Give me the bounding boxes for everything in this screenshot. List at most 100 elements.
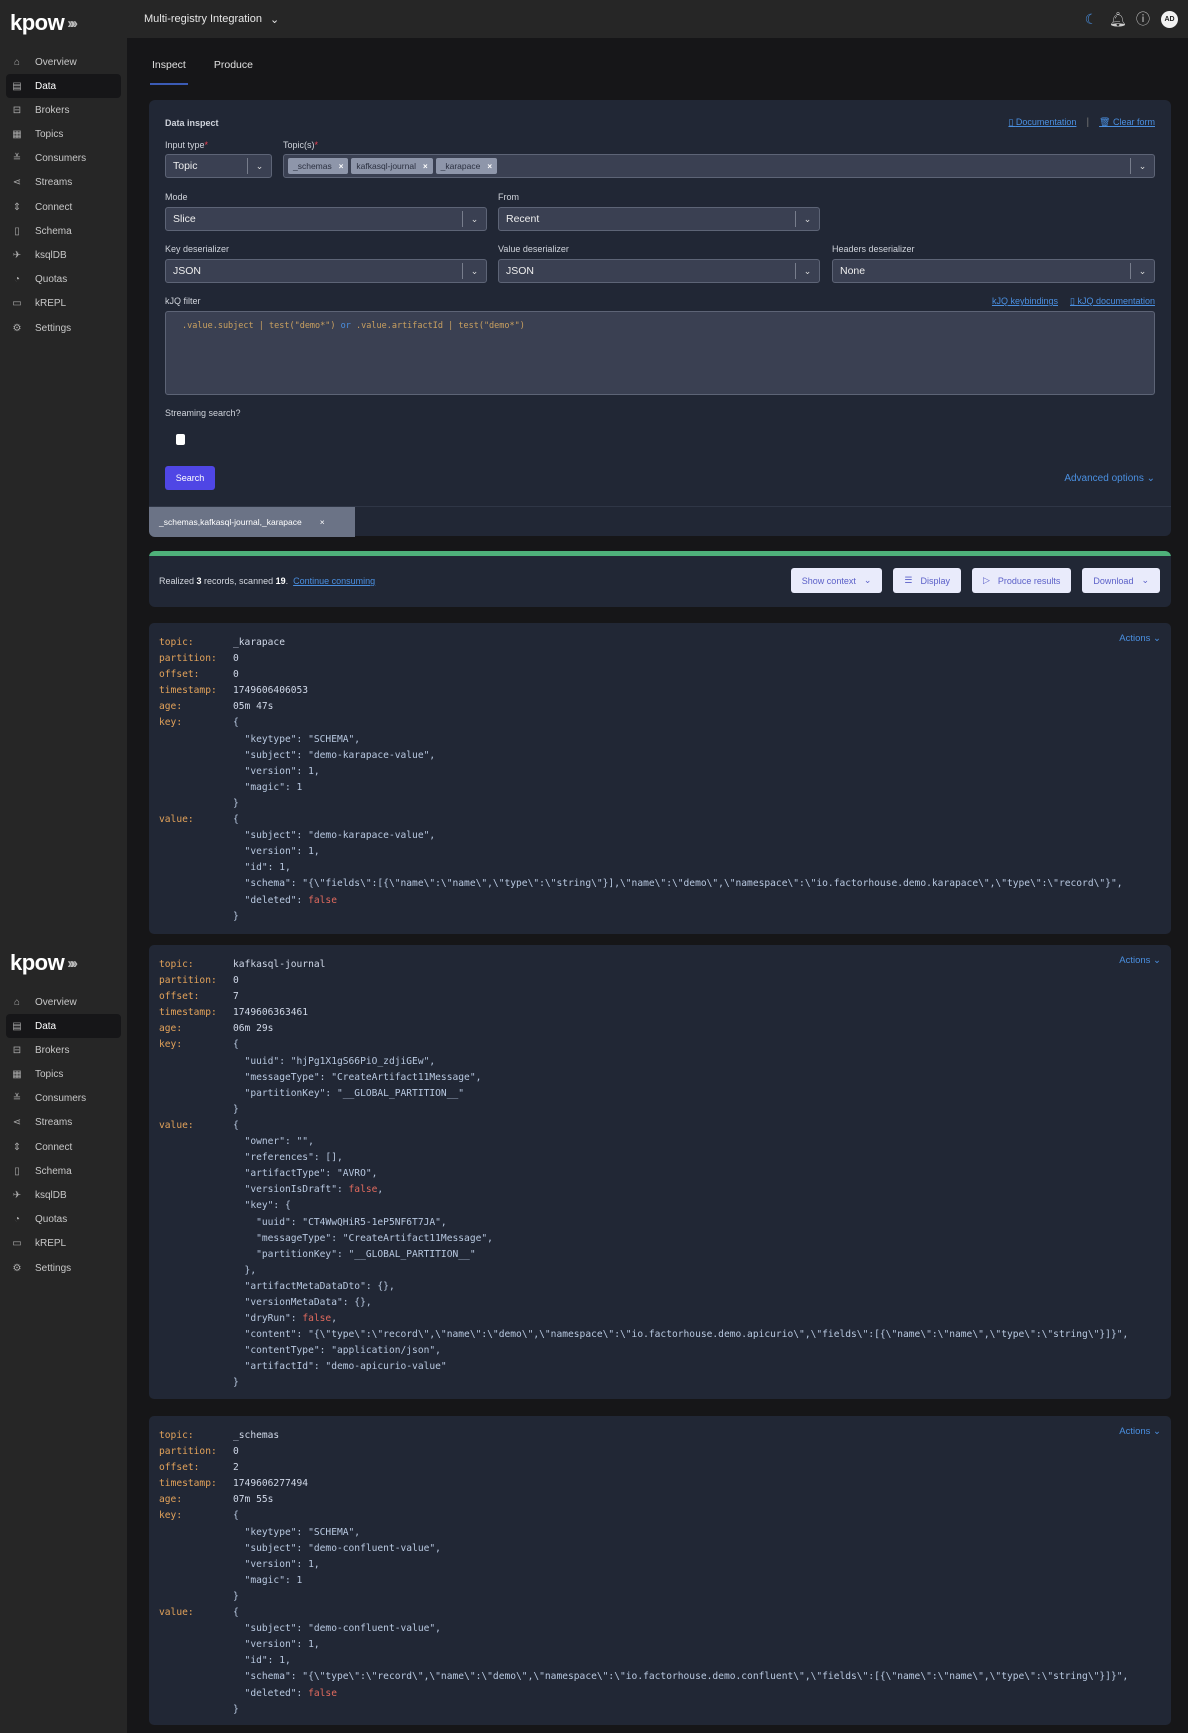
- field-label: [159, 1359, 233, 1375]
- sidebar-item-connect[interactable]: ⇕ Connect: [6, 195, 121, 219]
- sidebar-item-label: Overview: [35, 56, 77, 68]
- bell-icon[interactable]: 🔔︎: [1109, 11, 1127, 28]
- cluster-selector[interactable]: Multi-registry Integration ⌄: [144, 13, 279, 26]
- show-context-button[interactable]: Show context ⌄: [790, 568, 883, 593]
- avatar[interactable]: AD: [1161, 10, 1178, 28]
- chevron-down-icon: ⌄: [795, 263, 819, 279]
- field-label: [159, 1054, 233, 1070]
- field-label: [159, 732, 233, 748]
- clear-form-link[interactable]: 🗑︎ Clear form: [1099, 117, 1155, 128]
- actions-dropdown[interactable]: Actions ⌄: [1119, 633, 1161, 644]
- record-card: Actions ⌄ topic: _schemas partition: 0 offset…: [149, 1416, 1171, 1725]
- kjq-keybindings-link[interactable]: kJQ keybindings: [992, 296, 1058, 307]
- record-key-line: "partitionKey": "__GLOBAL_PARTITION__": [159, 1086, 1161, 1102]
- sidebar-item-ksqldb[interactable]: ✈ ksqlDB: [6, 244, 121, 268]
- record-field-partition: partition: 0: [159, 651, 1161, 667]
- json-token: {: [233, 1607, 239, 1619]
- from-select[interactable]: Recent ⌄: [498, 207, 820, 231]
- topic-chip: kafkasql-journal ×: [351, 158, 433, 174]
- display-button[interactable]: ☰ Display: [893, 568, 961, 593]
- json-line: {: [233, 715, 239, 731]
- field-label: timestamp:: [159, 1478, 217, 1490]
- remove-chip-icon[interactable]: ×: [487, 162, 492, 171]
- json-line: "uuid": "CT4WwQHiR5-1eP5NF6T7JA",: [233, 1215, 447, 1231]
- sidebar-item-overview[interactable]: ⌂ Overview: [6, 990, 121, 1014]
- actions-dropdown[interactable]: Actions ⌄: [1119, 955, 1161, 966]
- value-deserializer-select[interactable]: JSON ⌄: [498, 259, 820, 283]
- continue-consuming-link[interactable]: Continue consuming: [293, 576, 375, 586]
- json-line: "id": 1,: [233, 860, 291, 876]
- sidebar-item-streams[interactable]: ⋖ Streams: [6, 171, 121, 195]
- json-line: "magic": 1: [233, 780, 303, 796]
- record-value-line: "versionIsDraft": false,: [159, 1182, 1161, 1198]
- actions-dropdown[interactable]: Actions ⌄: [1119, 1426, 1161, 1437]
- input-type-select[interactable]: Topic ⌄: [165, 154, 272, 178]
- sidebar-item-data[interactable]: ▤ Data: [6, 74, 121, 99]
- sidebar: kpow»» ⌂ Overview ▤ Data ⊟ Brokers ▦ Topics ≚ Cons…: [0, 0, 127, 940]
- sidebar-item-connect[interactable]: ⇕ Connect: [6, 1135, 121, 1159]
- close-icon[interactable]: ×: [320, 517, 325, 527]
- download-button[interactable]: Download ⌄: [1082, 568, 1160, 593]
- json-token: }: [233, 1103, 239, 1115]
- field-label: topic:: [159, 959, 194, 970]
- mode-select[interactable]: Slice ⌄: [165, 207, 487, 231]
- sidebar-item-data[interactable]: ▤ Data: [6, 1014, 121, 1039]
- sidebar-item-brokers[interactable]: ⊟ Brokers: [6, 1038, 121, 1062]
- sidebar-item-topics[interactable]: ▦ Topics: [6, 123, 121, 147]
- sidebar-item-consumers[interactable]: ≚ Consumers: [6, 1087, 121, 1111]
- tabs: Inspect Produce: [150, 57, 255, 85]
- produce-results-button[interactable]: ▷ Produce results: [971, 568, 1072, 593]
- sidebar-item-krepl[interactable]: ▭ kREPL: [6, 1232, 121, 1256]
- share-icon: ⋖: [12, 1117, 22, 1129]
- json-token: "schema": "{\"fields\":[{\"name\":\"name…: [233, 878, 1123, 890]
- sidebar-item-label: Topics: [35, 129, 64, 141]
- json-line: "owner": "",: [233, 1134, 314, 1150]
- field-label: topic:: [159, 637, 194, 648]
- results-tab[interactable]: _schemas,kafkasql-journal,_karapace ×: [149, 507, 355, 537]
- json-token: {: [233, 717, 239, 729]
- help-icon[interactable]: ⓘ: [1135, 9, 1151, 29]
- advanced-options-toggle[interactable]: Advanced options ⌄: [1064, 473, 1155, 484]
- topics-select[interactable]: _schemas × kafkasql-journal × _karapace × ⌄: [283, 154, 1155, 178]
- sidebar-item-quotas[interactable]: ◔ Quotas: [6, 1208, 121, 1232]
- sidebar-item-schema[interactable]: ▯ Schema: [6, 1159, 121, 1183]
- sidebar-item-streams[interactable]: ⋖ Streams: [6, 1111, 121, 1135]
- sidebar-item-brokers[interactable]: ⊟ Brokers: [6, 98, 121, 122]
- search-button[interactable]: Search: [165, 466, 215, 490]
- json-line: }: [233, 1102, 239, 1118]
- record-field-offset: offset: 0: [159, 667, 1161, 683]
- sidebar-item-consumers[interactable]: ≚ Consumers: [6, 147, 121, 171]
- sidebar-item-overview[interactable]: ⌂ Overview: [6, 50, 121, 74]
- headers-deserializer-select[interactable]: None ⌄: [832, 259, 1155, 283]
- sidebar-item-topics[interactable]: ▦ Topics: [6, 1063, 121, 1087]
- field-label: [159, 1231, 233, 1247]
- field-label: [159, 1541, 233, 1557]
- key-deserializer-select[interactable]: JSON ⌄: [165, 259, 487, 283]
- field-label: [159, 780, 233, 796]
- documentation-link[interactable]: ▯ Documentation: [1008, 117, 1076, 128]
- remove-chip-icon[interactable]: ×: [423, 162, 428, 171]
- logo-chevrons-icon: »»: [67, 954, 77, 972]
- kjq-filter-input[interactable]: .value.subject | test("demo*") or .value…: [165, 311, 1155, 395]
- remove-chip-icon[interactable]: ×: [339, 162, 344, 171]
- sidebar-item-quotas[interactable]: ◔ Quotas: [6, 268, 121, 292]
- record-value-line: "version": 1,: [159, 844, 1161, 860]
- dark-mode-icon[interactable]: ☾: [1083, 11, 1099, 28]
- sidebar-item-settings[interactable]: ⚙ Settings: [6, 1256, 121, 1280]
- tab-inspect[interactable]: Inspect: [150, 57, 188, 85]
- sidebar-item-schema[interactable]: ▯ Schema: [6, 219, 121, 243]
- json-token: "versionMetaData": {},: [233, 1296, 372, 1308]
- sidebar-item-label: Connect: [35, 201, 73, 213]
- field-label: [159, 1198, 233, 1214]
- record-field-age: age: 05m 47s: [159, 699, 1161, 715]
- tab-produce[interactable]: Produce: [212, 57, 255, 85]
- sidebar-item-ksqldb[interactable]: ✈ ksqlDB: [6, 1184, 121, 1208]
- streaming-search-checkbox[interactable]: [176, 434, 185, 445]
- sidebar-item-settings[interactable]: ⚙ Settings: [6, 316, 121, 340]
- sidebar-item-krepl[interactable]: ▭ kREPL: [6, 292, 121, 316]
- field-label: [159, 1150, 233, 1166]
- json-line: "subject": "demo-karapace-value",: [233, 828, 436, 844]
- field-label: [159, 909, 233, 925]
- sidebar-item-label: ksqlDB: [35, 1190, 67, 1201]
- kjq-documentation-link[interactable]: ▯ kJQ documentation: [1070, 296, 1155, 307]
